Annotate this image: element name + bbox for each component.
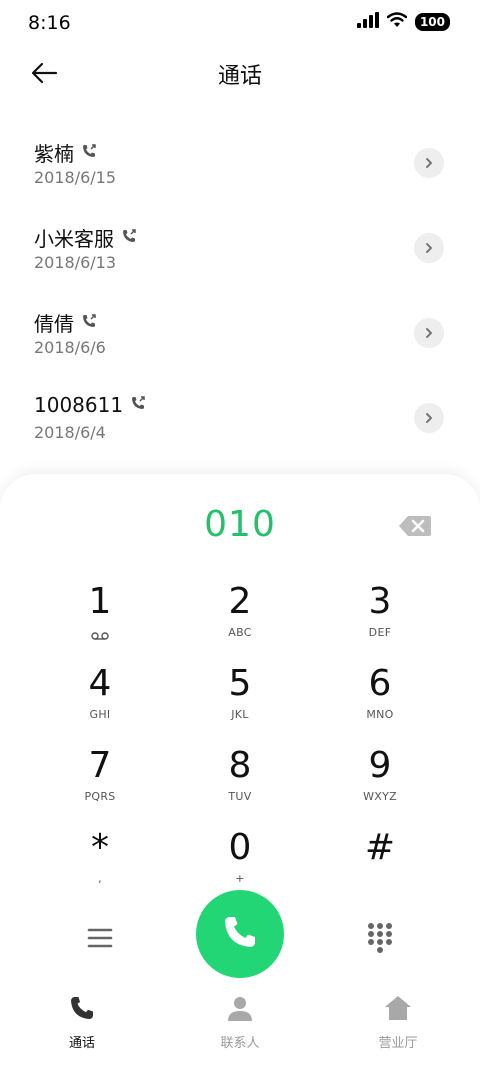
dialpad-icon xyxy=(366,923,394,958)
key-digit: 1 xyxy=(88,581,112,622)
key-digit: # xyxy=(364,827,396,868)
key-1[interactable]: 1 xyxy=(30,578,170,658)
backspace-button[interactable] xyxy=(398,514,432,538)
call-date: 2018/6/6 xyxy=(34,338,106,357)
key-letters: DEF xyxy=(368,626,392,639)
key-letters: TUV xyxy=(228,790,252,803)
status-bar: 8:16 100 xyxy=(0,0,480,46)
call-item[interactable]: 1008611 2018/6/4 xyxy=(0,385,480,470)
key-digit: 4 xyxy=(88,663,112,704)
nav-label: 营业厅 xyxy=(378,1036,418,1051)
key-letters: ABC xyxy=(228,626,252,639)
call-list: 紫楠 2018/6/15 小米客服 2018/6/13 倩倩 2018/6/6 … xyxy=(0,130,480,470)
nav-icon-wrap xyxy=(338,996,458,1024)
key-letters: WXYZ xyxy=(363,790,397,803)
key-7[interactable]: 7 PQRS xyxy=(30,742,170,822)
wifi-icon xyxy=(386,12,408,32)
key-sub xyxy=(30,626,170,645)
call-detail-button[interactable] xyxy=(414,403,444,433)
menu-button[interactable] xyxy=(86,926,114,950)
call-date: 2018/6/15 xyxy=(34,168,117,187)
key-digit: 6 xyxy=(368,663,392,704)
call-date: 2018/6/4 xyxy=(34,423,106,442)
key-digit: 3 xyxy=(368,581,392,622)
phone-icon xyxy=(220,912,260,956)
nav-service-hall[interactable]: 营业厅 xyxy=(338,996,458,1051)
key-letters: JKL xyxy=(231,708,249,721)
phone-icon xyxy=(69,995,95,1025)
key-letters: PQRS xyxy=(84,790,116,803)
status-icons: 100 xyxy=(356,12,450,32)
status-time: 8:16 xyxy=(28,12,71,34)
call-name-row: 紫楠 xyxy=(34,138,98,167)
key-digit: * xyxy=(91,827,109,868)
call-item[interactable]: 小米客服 2018/6/13 xyxy=(0,215,480,300)
key-digit: 9 xyxy=(368,745,392,786)
signal-icon xyxy=(356,12,379,32)
chevron-right-icon xyxy=(423,324,435,343)
key-digit: 0 xyxy=(228,827,252,868)
contact-name: 1008611 xyxy=(34,393,124,417)
call-button[interactable] xyxy=(196,890,284,978)
nav-icon-wrap xyxy=(22,996,142,1024)
call-item[interactable]: 紫楠 2018/6/15 xyxy=(0,130,480,215)
call-detail-button[interactable] xyxy=(414,233,444,263)
outgoing-call-icon xyxy=(120,227,138,249)
nav-label: 联系人 xyxy=(220,1036,260,1051)
key-letters: MNO xyxy=(366,708,394,721)
key-8[interactable]: 8 TUV xyxy=(170,742,310,822)
voicemail-icon xyxy=(91,626,109,645)
menu-icon xyxy=(86,928,114,954)
call-detail-button[interactable] xyxy=(414,148,444,178)
key-3[interactable]: 3 DEF xyxy=(310,578,450,658)
contact-name: 倩倩 xyxy=(34,312,74,336)
call-detail-button[interactable] xyxy=(414,318,444,348)
dialer-panel: 010 1 2 ABC 3 DEF 4 GHI 5 JKL 6 MNO 7 PQ… xyxy=(0,474,480,1066)
header: 通话 xyxy=(0,52,480,96)
page-title: 通话 xyxy=(217,64,262,89)
nav-label: 通话 xyxy=(68,1036,95,1051)
chevron-right-icon xyxy=(423,409,435,428)
key-hash[interactable]: # xyxy=(310,824,450,904)
battery-icon: 100 xyxy=(414,13,450,31)
home-icon xyxy=(384,995,412,1025)
call-name-row: 倩倩 xyxy=(34,308,98,337)
key-letters: GHI xyxy=(89,708,111,721)
bottom-nav: 通话 联系人 营业厅 xyxy=(0,996,480,1066)
outgoing-call-icon xyxy=(80,142,98,164)
call-date: 2018/6/13 xyxy=(34,253,117,272)
key-letters: , xyxy=(98,872,102,885)
nav-contacts[interactable]: 联系人 xyxy=(180,996,300,1051)
call-item[interactable]: 倩倩 2018/6/6 xyxy=(0,300,480,385)
key-digit: 8 xyxy=(228,745,252,786)
keypad-toggle-button[interactable] xyxy=(366,922,394,954)
key-2[interactable]: 2 ABC xyxy=(170,578,310,658)
call-name-row: 1008611 xyxy=(34,393,147,417)
outgoing-call-icon xyxy=(80,312,98,334)
call-name-row: 小米客服 xyxy=(34,223,138,252)
outgoing-call-icon xyxy=(129,394,147,416)
key-star[interactable]: * , xyxy=(30,824,170,904)
nav-icon-wrap xyxy=(180,996,300,1024)
phone-screen: 8:16 100 通话 紫楠 2018/6/15 小米客服 2018/6/13 … xyxy=(0,0,480,1066)
key-digit: 7 xyxy=(88,745,112,786)
contact-name: 紫楠 xyxy=(34,142,74,166)
chevron-right-icon xyxy=(423,239,435,258)
key-9[interactable]: 9 WXYZ xyxy=(310,742,450,822)
key-4[interactable]: 4 GHI xyxy=(30,660,170,740)
key-6[interactable]: 6 MNO xyxy=(310,660,450,740)
person-icon xyxy=(227,995,253,1025)
key-letters: + xyxy=(235,872,245,885)
key-5[interactable]: 5 JKL xyxy=(170,660,310,740)
nav-calls[interactable]: 通话 xyxy=(22,996,142,1051)
chevron-right-icon xyxy=(423,154,435,173)
key-digit: 2 xyxy=(228,581,252,622)
key-digit: 5 xyxy=(228,663,252,704)
backspace-icon xyxy=(398,516,432,542)
contact-name: 小米客服 xyxy=(34,227,114,251)
